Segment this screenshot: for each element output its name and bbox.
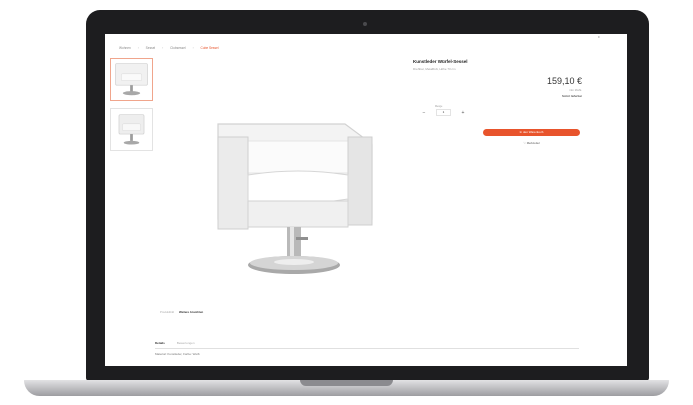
quantity-label: Menge — [435, 105, 443, 108]
product-title: Kunstleder Würfel-Sessel — [413, 59, 468, 64]
thumbnail-2[interactable] — [110, 108, 153, 151]
tab-content-text: Material: Kunstleder, Farbe: Weiß — [155, 352, 200, 356]
tab-details[interactable]: Details — [155, 341, 165, 346]
product-main-image — [217, 123, 373, 274]
price-note: inkl. MwSt. — [569, 89, 582, 92]
breadcrumb-item[interactable]: Sessel — [146, 46, 156, 50]
browser-screen: ≡ Wohnen › Sessel › Clubsessel › Cube Se… — [105, 34, 627, 366]
quantity-minus-button[interactable]: − — [421, 110, 427, 116]
thumbnail-1[interactable] — [110, 58, 153, 101]
add-to-cart-button[interactable]: In den Warenkorb — [483, 129, 580, 136]
breadcrumb-separator: › — [162, 46, 164, 50]
product-tabs: Details Bewertungen — [155, 339, 579, 349]
camera-dot — [363, 22, 367, 26]
gallery-nav: Produktbild Weitere Ansichten — [160, 310, 203, 314]
menu-icon[interactable]: ≡ — [598, 35, 600, 39]
tab-reviews[interactable]: Bewertungen — [177, 341, 195, 346]
chair-thumbnail-icon — [115, 63, 148, 96]
breadcrumb-separator: › — [137, 46, 139, 50]
stock-status: Sofort lieferbar — [561, 94, 582, 98]
gallery-nav-item[interactable]: Produktbild — [160, 310, 174, 314]
product-subtitle: Drehbar, Metallfuß, Höhe 73 cm — [413, 67, 456, 71]
breadcrumb-separator: › — [192, 46, 194, 50]
product-price: 159,10 € — [546, 76, 582, 86]
quantity-stepper: − 1 + — [421, 109, 466, 116]
wishlist-link[interactable]: ♡ Merkzettel — [483, 141, 580, 145]
breadcrumb-item[interactable]: Clubsessel — [170, 46, 186, 50]
quantity-plus-button[interactable]: + — [460, 110, 466, 116]
breadcrumb-item[interactable]: Wohnen — [119, 46, 131, 50]
gallery-nav-item-active[interactable]: Weitere Ansichten — [179, 310, 203, 314]
breadcrumb: Wohnen › Sessel › Clubsessel › Cube Sess… — [119, 46, 225, 50]
quantity-input[interactable]: 1 — [436, 109, 451, 116]
chair-thumbnail-icon — [118, 114, 145, 145]
laptop-notch — [300, 380, 393, 386]
breadcrumb-current: Cube Sessel — [200, 46, 219, 50]
